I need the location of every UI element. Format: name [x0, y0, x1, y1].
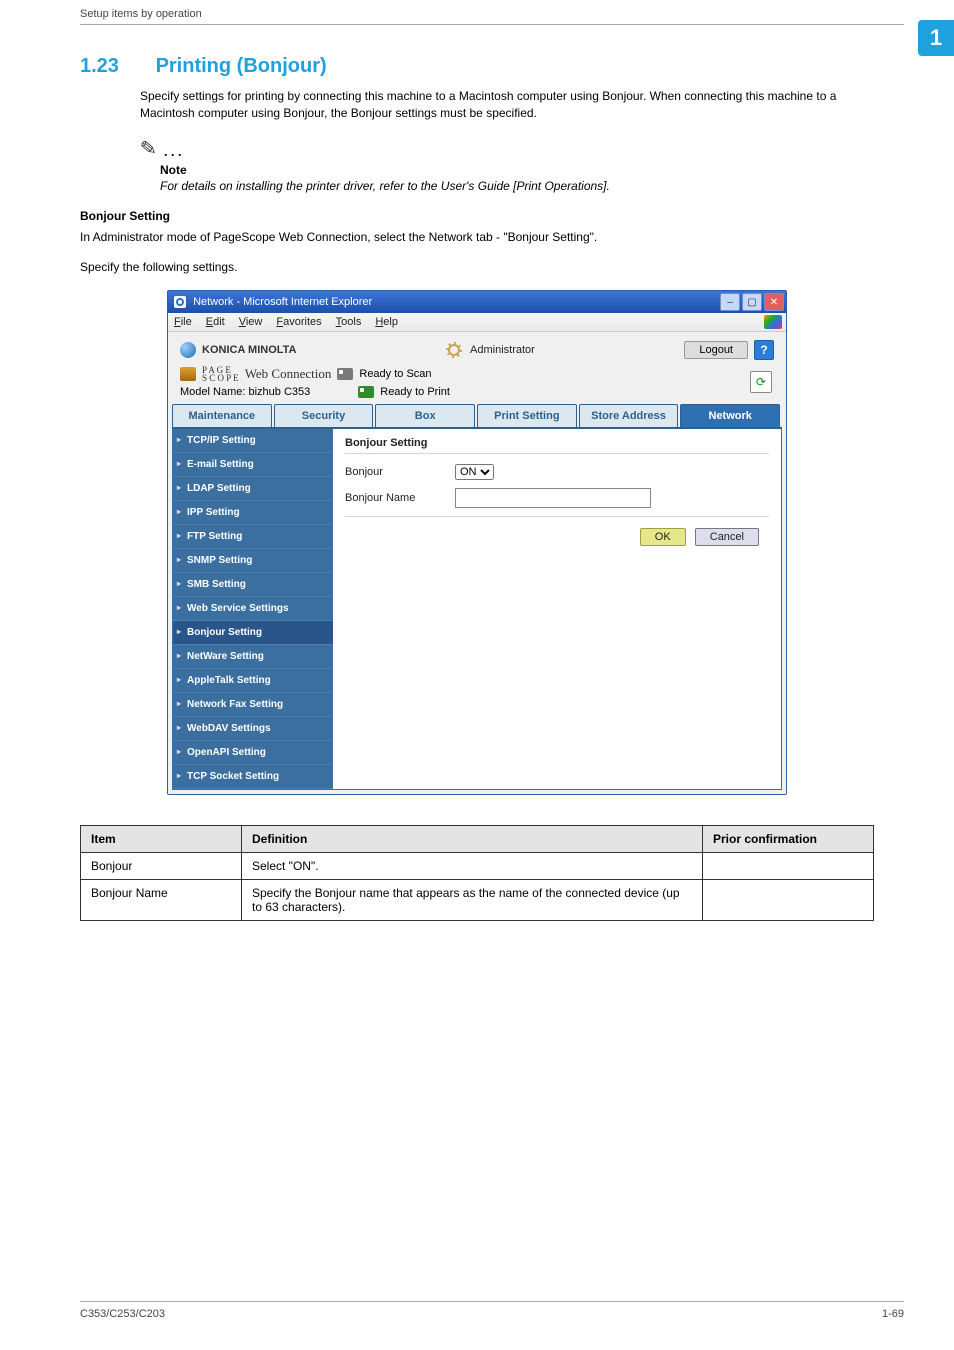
table-row: Bonjour Select "ON". [81, 853, 874, 880]
tab-box[interactable]: Box [375, 404, 475, 427]
sidebar-item-ftp[interactable]: FTP Setting [173, 525, 333, 549]
window-minimize-button[interactable]: – [720, 293, 740, 311]
cancel-button[interactable]: Cancel [695, 528, 759, 546]
menu-tools[interactable]: Tools [336, 316, 362, 328]
product-name: P A G ES C O P E Web Connection [180, 366, 331, 382]
sidebar-item-appletalk[interactable]: AppleTalk Setting [173, 669, 333, 693]
menu-file[interactable]: File [174, 316, 192, 328]
footer-right: 1-69 [882, 1308, 904, 1320]
menu-edit[interactable]: Edit [206, 316, 225, 328]
sidebar-item-ipp[interactable]: IPP Setting [173, 501, 333, 525]
sidebar-item-snmp[interactable]: SNMP Setting [173, 549, 333, 573]
globe-icon [180, 342, 196, 358]
th-prior: Prior confirmation [703, 826, 874, 853]
menu-help[interactable]: Help [375, 316, 398, 328]
printer-status-icon [358, 386, 374, 398]
note-label: Note [160, 163, 874, 177]
sub-para-1: In Administrator mode of PageScope Web C… [80, 229, 874, 246]
sidebar-item-webdav[interactable]: WebDAV Settings [173, 717, 333, 741]
td-prior [703, 880, 874, 921]
section-heading: 1.23 Printing (Bonjour) [80, 55, 874, 78]
browser-menubar: File Edit View Favorites Tools Help [168, 313, 786, 332]
brand-logo: KONICA MINOLTA [180, 342, 297, 358]
sidebar-item-ldap[interactable]: LDAP Setting [173, 477, 333, 501]
mode-administrator: Administrator [446, 342, 535, 358]
ie-logo-icon [764, 315, 782, 329]
label-bonjour-name: Bonjour Name [345, 492, 455, 504]
input-bonjour-name[interactable] [455, 488, 651, 508]
note-body: For details on installing the printer dr… [160, 179, 874, 193]
printer-status-text: Ready to Print [380, 386, 450, 398]
note-dots: ... [163, 140, 184, 160]
pagescope-icon [180, 367, 196, 381]
label-bonjour: Bonjour [345, 466, 455, 478]
footer-left: C353/C253/C203 [80, 1308, 165, 1320]
sidebar-item-networkfax[interactable]: Network Fax Setting [173, 693, 333, 717]
tab-maintenance[interactable]: Maintenance [172, 404, 272, 427]
menu-favorites[interactable]: Favorites [276, 316, 321, 328]
sidebar-item-bonjour[interactable]: Bonjour Setting [173, 621, 333, 645]
sidebar-item-netware[interactable]: NetWare Setting [173, 645, 333, 669]
main-tabs: Maintenance Security Box Print Setting S… [172, 404, 782, 429]
tab-network[interactable]: Network [680, 404, 780, 427]
ok-button[interactable]: OK [640, 528, 686, 546]
window-close-button[interactable]: ✕ [764, 293, 784, 311]
td-prior [703, 853, 874, 880]
definition-table: Item Definition Prior confirmation Bonjo… [80, 825, 874, 921]
refresh-button[interactable]: ⟳ [750, 371, 772, 393]
th-item: Item [81, 826, 242, 853]
table-row: Bonjour Name Specify the Bonjour name th… [81, 880, 874, 921]
subheading-bonjour: Bonjour Setting [80, 209, 874, 223]
model-name-label: Model Name: bizhub C353 [180, 386, 310, 398]
section-number: 1.23 [80, 55, 150, 78]
note-icon: ✎ [139, 135, 158, 161]
network-sidebar: TCP/IP Setting E-mail Setting LDAP Setti… [173, 429, 333, 789]
panel-divider-top [345, 453, 769, 454]
sidebar-item-tcpsocket[interactable]: TCP Socket Setting [173, 765, 333, 789]
panel-heading: Bonjour Setting [345, 437, 769, 449]
tab-store-address[interactable]: Store Address [579, 404, 679, 427]
tab-security[interactable]: Security [274, 404, 374, 427]
panel-divider-bottom [345, 516, 769, 517]
menu-view[interactable]: View [239, 316, 263, 328]
sidebar-item-tcpip[interactable]: TCP/IP Setting [173, 429, 333, 453]
select-bonjour-enable[interactable]: ON [455, 464, 494, 480]
scanner-status-text: Ready to Scan [359, 368, 431, 380]
browser-title: Network - Microsoft Internet Explorer [193, 296, 372, 308]
scanner-status-icon [337, 368, 353, 380]
browser-window: Network - Microsoft Internet Explorer – … [167, 290, 787, 795]
running-header: Setup items by operation [80, 8, 202, 20]
tab-print-setting[interactable]: Print Setting [477, 404, 577, 427]
logout-button[interactable]: Logout [684, 341, 748, 359]
section-title: Printing (Bonjour) [156, 55, 327, 77]
td-def: Specify the Bonjour name that appears as… [242, 880, 703, 921]
sidebar-item-smb[interactable]: SMB Setting [173, 573, 333, 597]
help-button[interactable]: ? [754, 340, 774, 360]
browser-favicon [174, 296, 186, 308]
sidebar-item-webservice[interactable]: Web Service Settings [173, 597, 333, 621]
gear-icon [446, 342, 462, 358]
chapter-tab: 1 [918, 20, 954, 56]
sidebar-item-email[interactable]: E-mail Setting [173, 453, 333, 477]
th-definition: Definition [242, 826, 703, 853]
window-maximize-button[interactable]: ▢ [742, 293, 762, 311]
td-item: Bonjour Name [81, 880, 242, 921]
sub-para-2: Specify the following settings. [80, 259, 874, 276]
sidebar-item-openapi[interactable]: OpenAPI Setting [173, 741, 333, 765]
intro-paragraph: Specify settings for printing by connect… [140, 88, 874, 122]
td-def: Select "ON". [242, 853, 703, 880]
td-item: Bonjour [81, 853, 242, 880]
